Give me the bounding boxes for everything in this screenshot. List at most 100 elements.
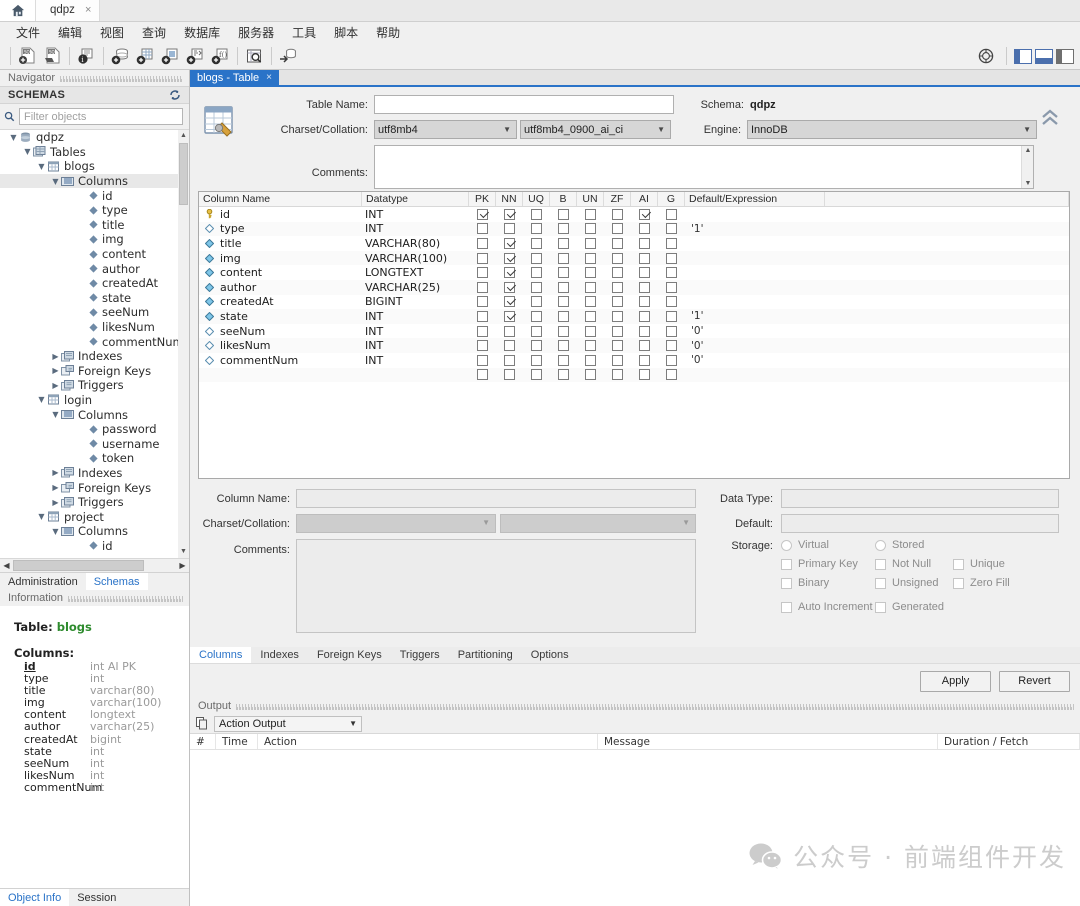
column-row[interactable]: author VARCHAR(25) bbox=[199, 279, 1069, 295]
twisty-icon[interactable]: ▼ bbox=[50, 410, 61, 419]
cell-flag-g[interactable] bbox=[658, 280, 685, 295]
checkbox-not-null[interactable]: Not Null bbox=[875, 558, 953, 570]
toggle-output-panel-icon[interactable] bbox=[1035, 48, 1053, 64]
checkbox-indicator[interactable] bbox=[639, 281, 650, 293]
checkbox-indicator[interactable] bbox=[531, 369, 542, 381]
checkbox-indicator[interactable] bbox=[504, 223, 515, 235]
tree-item-indexes[interactable]: ▶ Indexes bbox=[0, 349, 189, 364]
cell-flag-uq[interactable] bbox=[523, 324, 550, 339]
hscroll-track[interactable] bbox=[13, 560, 176, 571]
scrollbar-thumb[interactable] bbox=[179, 143, 188, 205]
cell-flag-g[interactable] bbox=[658, 236, 685, 251]
cell-flag-un[interactable] bbox=[577, 338, 604, 353]
tree-item-seenum[interactable]: seeNum bbox=[0, 305, 189, 320]
checkbox-indicator[interactable] bbox=[666, 237, 677, 249]
cell-default-expression[interactable]: '0' bbox=[685, 338, 825, 353]
cell-flag-b[interactable] bbox=[550, 368, 577, 383]
cell-flag-b[interactable] bbox=[550, 251, 577, 266]
twisty-icon[interactable]: ▼ bbox=[36, 512, 47, 521]
checkbox-indicator[interactable] bbox=[585, 223, 596, 235]
tab-partitioning[interactable]: Partitioning bbox=[449, 647, 522, 663]
cell-flag-zf[interactable] bbox=[604, 265, 631, 280]
checkbox-indicator[interactable] bbox=[531, 325, 542, 337]
cell-flag-ai[interactable] bbox=[631, 222, 658, 237]
apply-button[interactable]: Apply bbox=[920, 670, 991, 692]
checkbox-indicator[interactable] bbox=[666, 325, 677, 337]
detail-default-input[interactable] bbox=[781, 514, 1059, 533]
new-table-icon[interactable] bbox=[133, 44, 157, 68]
checkbox-indicator[interactable] bbox=[639, 296, 650, 308]
tab-administration[interactable]: Administration bbox=[0, 573, 86, 590]
tree-item-id[interactable]: id bbox=[0, 188, 189, 203]
tree-item-columns[interactable]: ▼ Columns bbox=[0, 407, 189, 422]
cell-flag-g[interactable] bbox=[658, 222, 685, 237]
checkbox-indicator[interactable] bbox=[531, 208, 542, 220]
checkbox-indicator[interactable] bbox=[612, 340, 623, 352]
cell-flag-g[interactable] bbox=[658, 251, 685, 266]
charset-select[interactable]: utf8mb4 ▼ bbox=[374, 120, 517, 139]
checkbox-indicator[interactable] bbox=[612, 281, 623, 293]
menu-server[interactable]: 服务器 bbox=[229, 23, 283, 42]
checkbox-indicator[interactable] bbox=[531, 340, 542, 352]
tree-item-type[interactable]: type bbox=[0, 203, 189, 218]
cell-flag-un[interactable] bbox=[577, 207, 604, 222]
checkbox-indicator[interactable] bbox=[504, 354, 515, 366]
checkbox-indicator[interactable] bbox=[477, 223, 488, 235]
cell-flag-nn[interactable] bbox=[496, 251, 523, 266]
checkbox-indicator[interactable] bbox=[531, 252, 542, 264]
twisty-icon[interactable]: ▼ bbox=[8, 133, 19, 142]
tree-item-state[interactable]: state bbox=[0, 291, 189, 306]
cell-flag-zf[interactable] bbox=[604, 251, 631, 266]
checkbox-indicator[interactable] bbox=[666, 281, 677, 293]
search-table-data-icon[interactable] bbox=[242, 44, 266, 68]
detail-comments-area[interactable] bbox=[296, 539, 696, 633]
checkbox-indicator[interactable] bbox=[639, 325, 650, 337]
checkbox-indicator[interactable] bbox=[585, 252, 596, 264]
cell-flag-g[interactable] bbox=[658, 324, 685, 339]
cell-datatype[interactable]: INT bbox=[362, 353, 469, 368]
tree-item-project[interactable]: ▼ project bbox=[0, 509, 189, 524]
tree-item-foreign-keys[interactable]: ▶ Foreign Keys bbox=[0, 364, 189, 379]
tree-item-username[interactable]: username bbox=[0, 436, 189, 451]
checkbox-zero-fill[interactable]: Zero Fill bbox=[953, 577, 1010, 589]
checkbox-indicator[interactable] bbox=[612, 223, 623, 235]
cell-flag-un[interactable] bbox=[577, 324, 604, 339]
cell-flag-un[interactable] bbox=[577, 353, 604, 368]
new-stored-procedure-icon[interactable] bbox=[183, 44, 207, 68]
checkbox-indicator[interactable] bbox=[558, 310, 569, 322]
radio-indicator[interactable] bbox=[875, 539, 886, 551]
cell-flag-ai[interactable] bbox=[631, 207, 658, 222]
output-header--[interactable]: # bbox=[190, 734, 216, 749]
toggle-secondary-sidebar-icon[interactable] bbox=[1056, 48, 1074, 64]
scroll-up-icon[interactable]: ▲ bbox=[1022, 147, 1034, 154]
cell-column-name[interactable]: type bbox=[199, 222, 362, 237]
menu-help[interactable]: 帮助 bbox=[367, 23, 409, 42]
column-row[interactable]: state INT '1' bbox=[199, 309, 1069, 324]
checkbox-binary[interactable]: Binary bbox=[781, 577, 875, 589]
twisty-icon[interactable]: ▶ bbox=[50, 381, 61, 390]
cell-flag-nn[interactable] bbox=[496, 207, 523, 222]
cell-flag-g[interactable] bbox=[658, 368, 685, 383]
close-icon[interactable]: × bbox=[266, 72, 272, 83]
revert-button[interactable]: Revert bbox=[999, 670, 1070, 692]
schema-tree[interactable]: ▼ qdpz ▼ Tables ▼ blogs ▼ Columns id type title img… bbox=[0, 129, 189, 558]
twisty-icon[interactable]: ▶ bbox=[50, 366, 61, 375]
grid-header-uq[interactable]: UQ bbox=[523, 192, 550, 206]
tree-item-token[interactable]: token bbox=[0, 451, 189, 466]
twisty-icon[interactable]: ▶ bbox=[50, 468, 61, 477]
output-header-time[interactable]: Time bbox=[216, 734, 258, 749]
grid-header-b[interactable]: B bbox=[550, 192, 577, 206]
menu-scripting[interactable]: 脚本 bbox=[325, 23, 367, 42]
checkbox-indicator[interactable] bbox=[504, 267, 515, 279]
cell-default-expression[interactable] bbox=[685, 295, 825, 310]
reconnect-to-server-icon[interactable] bbox=[276, 44, 300, 68]
column-row[interactable]: createdAt BIGINT bbox=[199, 295, 1069, 310]
checkbox-indicator[interactable] bbox=[585, 310, 596, 322]
action-output-grid[interactable]: # Time Action Message Duration / Fetch 公众号 ·… bbox=[190, 733, 1080, 906]
cell-flag-g[interactable] bbox=[658, 295, 685, 310]
column-row[interactable]: likesNum INT '0' bbox=[199, 338, 1069, 353]
checkbox-indicator[interactable] bbox=[558, 296, 569, 308]
column-row[interactable]: seeNum INT '0' bbox=[199, 324, 1069, 339]
checkbox-indicator[interactable] bbox=[666, 369, 677, 381]
twisty-icon[interactable]: ▼ bbox=[22, 147, 33, 156]
